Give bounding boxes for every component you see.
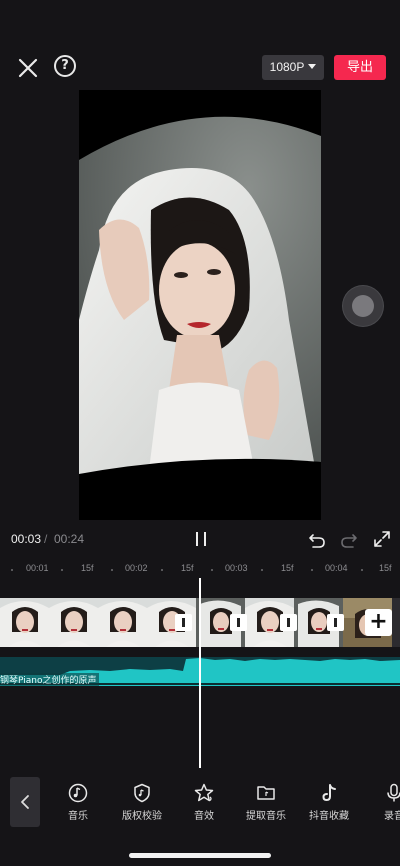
transition-button[interactable] — [230, 614, 247, 631]
resolution-label: 1080P — [269, 60, 305, 74]
video-preview[interactable] — [79, 90, 321, 520]
ruler-tick — [61, 569, 63, 571]
ruler-label: 00:01 — [26, 563, 49, 573]
tool-music[interactable]: 音乐 — [58, 783, 98, 833]
ruler-label: 15f — [181, 563, 194, 573]
current-time: 00:03 — [11, 532, 42, 546]
bottom-toolbar: 音乐 版权校验 音效 提取音乐 抖音收藏 录音 — [0, 773, 400, 833]
tool-label: 录音 — [384, 811, 400, 822]
ruler-label: 00:04 — [325, 563, 348, 573]
back-button[interactable] — [10, 777, 40, 827]
audio-track-label: 钢琴Piano之创作的原声 — [0, 673, 100, 686]
ruler-label: 15f — [81, 563, 94, 573]
ruler-tick — [261, 569, 263, 571]
microphone-icon — [387, 783, 400, 802]
home-indicator — [129, 853, 271, 858]
music-note-icon — [68, 783, 88, 803]
ruler-label: 00:03 — [225, 563, 248, 573]
tiktok-icon — [322, 784, 336, 802]
floating-button-dot — [352, 295, 374, 317]
ruler-label: 15f — [281, 563, 294, 573]
tool-label: 音效 — [194, 811, 214, 822]
add-clip-button[interactable]: + — [365, 609, 392, 636]
tool-douyin-favorites[interactable]: 抖音收藏 — [305, 783, 353, 833]
ruler-label: 15f — [379, 563, 392, 573]
redo-icon[interactable] — [340, 531, 358, 549]
transition-button[interactable] — [327, 614, 344, 631]
close-icon[interactable] — [14, 54, 42, 82]
tool-sound-effect[interactable]: 音效 — [184, 783, 224, 833]
folder-extract-icon — [257, 786, 275, 800]
fullscreen-icon[interactable] — [373, 530, 391, 548]
chevron-left-icon — [21, 795, 29, 809]
playhead[interactable] — [199, 578, 201, 768]
sound-effect-icon — [194, 783, 214, 802]
total-time: 00:24 — [54, 532, 85, 546]
tool-copyright-check[interactable]: 版权校验 — [118, 783, 166, 833]
ruler-tick — [11, 569, 13, 571]
ruler-tick — [361, 569, 363, 571]
ruler-tick — [161, 569, 163, 571]
copyright-shield-icon — [134, 783, 150, 803]
transition-button[interactable] — [175, 614, 192, 631]
tool-extract-music[interactable]: 提取音乐 — [242, 783, 290, 833]
timeline-ruler[interactable]: 00:01 15f 00:02 15f 00:03 15f 00:04 15f — [0, 560, 400, 578]
floating-assist-button[interactable] — [343, 286, 383, 326]
help-icon[interactable]: ? — [54, 55, 76, 77]
ruler-tick — [211, 569, 213, 571]
caret-down-icon — [308, 64, 317, 69]
resolution-dropdown[interactable]: 1080P — [262, 55, 324, 80]
tool-record[interactable]: 录音 — [374, 783, 400, 833]
tool-label: 音乐 — [68, 811, 88, 822]
export-button[interactable]: 导出 — [334, 55, 386, 80]
video-frame-image — [79, 90, 321, 520]
time-separator: / — [44, 532, 48, 546]
undo-icon[interactable] — [308, 531, 326, 549]
tool-label: 提取音乐 — [246, 811, 286, 822]
transition-button[interactable] — [280, 614, 297, 631]
ruler-tick — [311, 569, 313, 571]
tool-label: 抖音收藏 — [309, 811, 349, 822]
ruler-label: 00:02 — [125, 563, 148, 573]
tool-label: 版权校验 — [122, 811, 162, 822]
ruler-tick — [111, 569, 113, 571]
top-bar: ? 1080P 导出 — [0, 0, 400, 90]
preview-area — [0, 90, 400, 520]
pause-icon[interactable] — [193, 531, 209, 547]
